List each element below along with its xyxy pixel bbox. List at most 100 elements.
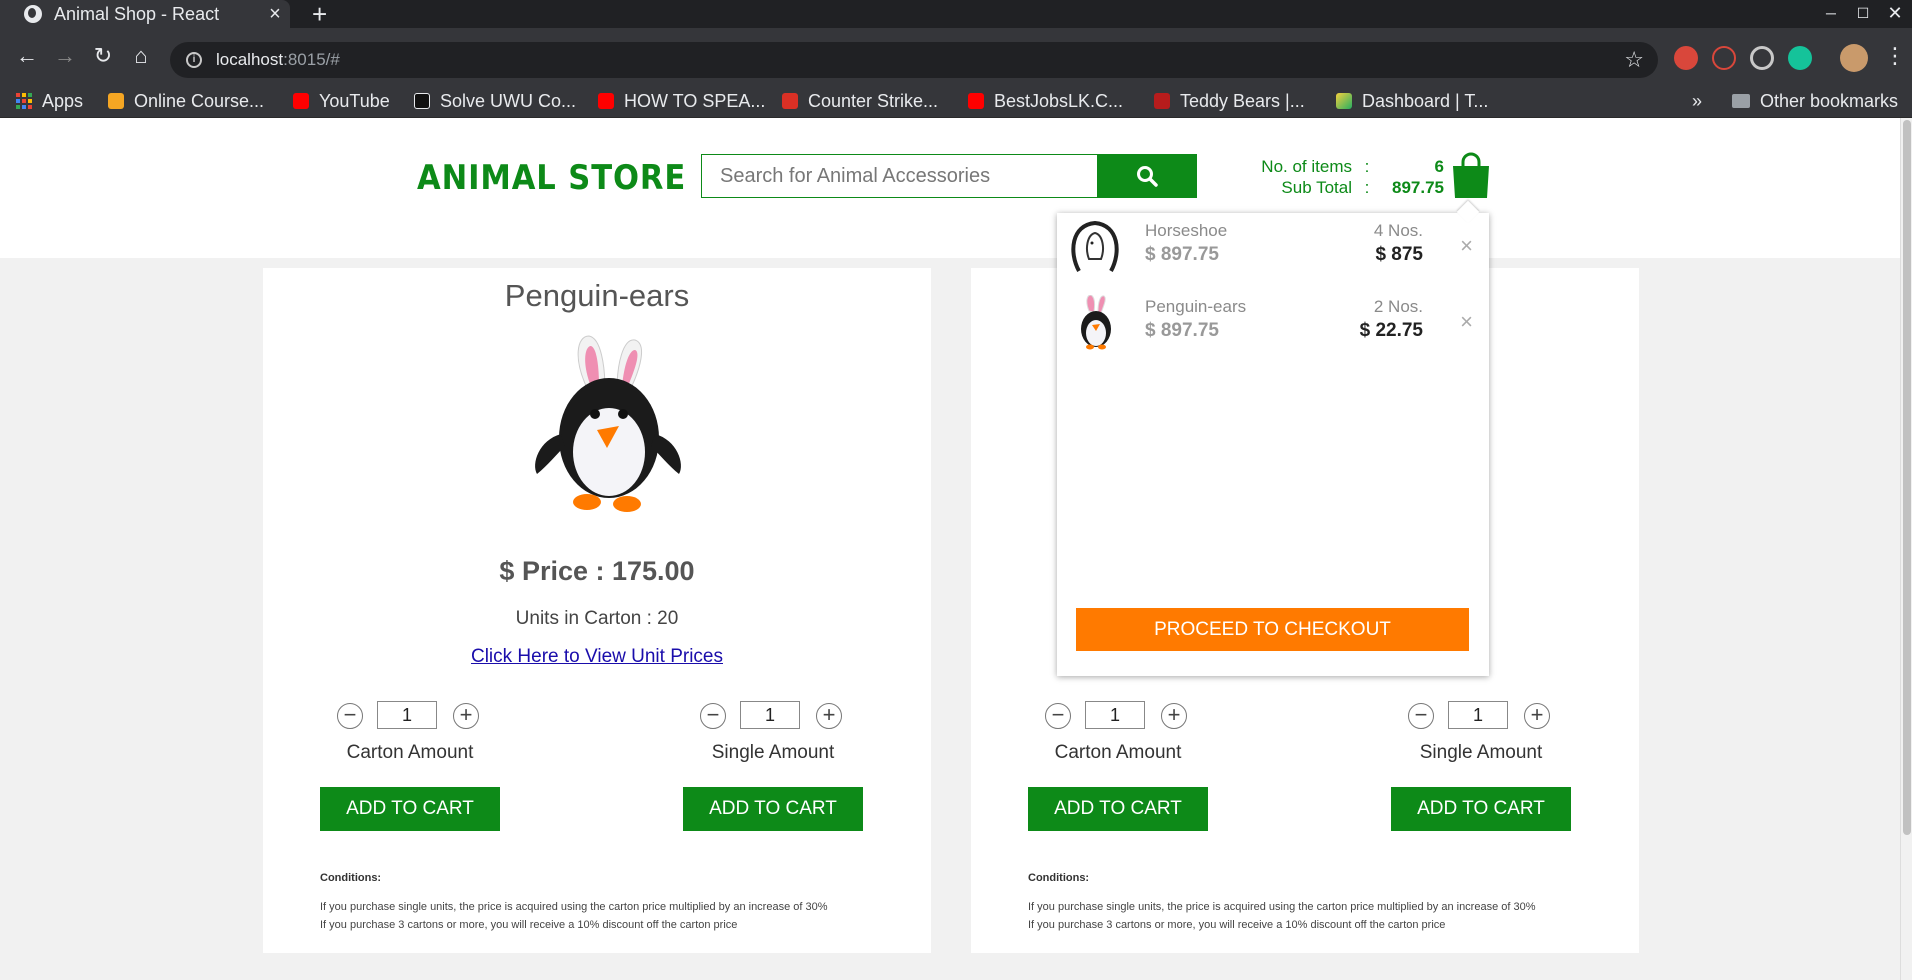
forward-arrow-icon[interactable]: → bbox=[50, 42, 80, 72]
add-single-to-cart-button[interactable]: ADD TO CART bbox=[683, 787, 863, 831]
close-window-icon[interactable]: ✕ bbox=[1880, 0, 1910, 28]
bookmark-counter-strike[interactable]: Counter Strike... bbox=[782, 84, 938, 118]
single-amount-label: Single Amount bbox=[1419, 742, 1543, 763]
proceed-to-checkout-button[interactable]: PROCEED TO CHECKOUT bbox=[1076, 608, 1469, 651]
bookmark-label: YouTube bbox=[319, 90, 390, 111]
single-amount-label: Single Amount bbox=[711, 742, 835, 763]
minimize-icon[interactable]: ─ bbox=[1816, 0, 1846, 28]
bookmark-how-to-speak[interactable]: HOW TO SPEA... bbox=[598, 84, 765, 118]
cart-item-name: Penguin-ears bbox=[1145, 297, 1247, 316]
add-single-to-cart-button[interactable]: ADD TO CART bbox=[1391, 787, 1571, 831]
cart-item-count: 2 Nos. bbox=[1373, 297, 1423, 316]
profile-avatar[interactable] bbox=[1840, 44, 1868, 72]
carton-quantity-input[interactable] bbox=[377, 701, 437, 729]
view-unit-prices-link[interactable]: Click Here to View Unit Prices bbox=[263, 646, 931, 668]
search-button[interactable] bbox=[1097, 154, 1197, 198]
add-carton-to-cart-button[interactable]: ADD TO CART bbox=[1028, 787, 1208, 831]
bookmark-bestjobs[interactable]: BestJobsLK.C... bbox=[968, 84, 1123, 118]
bookmark-star-icon[interactable]: ☆ bbox=[1624, 47, 1644, 73]
page-scrollbar[interactable] bbox=[1900, 118, 1912, 980]
search-input[interactable] bbox=[701, 154, 1098, 198]
tab-title: Animal Shop - React bbox=[54, 3, 220, 24]
tab-close-icon[interactable]: × bbox=[260, 3, 290, 26]
carton-quantity-stepper: − + bbox=[1045, 700, 1205, 730]
bookmarks-overflow-icon[interactable]: » bbox=[1692, 84, 1702, 118]
single-decrement-button[interactable]: − bbox=[700, 703, 726, 729]
teddy-bears-icon bbox=[1154, 93, 1170, 109]
cart-summary: No. of items : 6 Sub Total : 897.75 bbox=[1240, 156, 1444, 198]
new-tab-button[interactable]: + bbox=[312, 0, 327, 28]
cart-item-price: $ 897.75 bbox=[1145, 244, 1219, 265]
carton-quantity-input[interactable] bbox=[1085, 701, 1145, 729]
bookmark-label: Apps bbox=[42, 90, 84, 111]
condition-line: If you purchase single units, the price … bbox=[1028, 901, 1536, 913]
browser-menu-icon[interactable]: ⋮ bbox=[1880, 42, 1910, 72]
horseshoe-thumbnail bbox=[1071, 220, 1119, 272]
browser-tab[interactable]: Animal Shop - React × bbox=[0, 0, 290, 28]
carton-decrement-button[interactable]: − bbox=[1045, 703, 1071, 729]
bookmark-youtube[interactable]: YouTube bbox=[293, 84, 390, 118]
bookmark-online-course[interactable]: Online Course... bbox=[108, 84, 264, 118]
condition-line: If you purchase 3 cartons or more, you w… bbox=[320, 919, 738, 931]
site-info-icon[interactable]: i bbox=[186, 52, 202, 68]
cart-item-name: Horseshoe bbox=[1145, 221, 1228, 240]
single-quantity-stepper: − + bbox=[1408, 700, 1568, 730]
bookmark-label: Counter Strike... bbox=[808, 90, 939, 111]
tab-strip: Animal Shop - React × + ─ ☐ ✕ bbox=[0, 0, 1912, 28]
bookmark-teddy-bears[interactable]: Teddy Bears |... bbox=[1154, 84, 1305, 118]
other-bookmarks[interactable]: Other bookmarks bbox=[1732, 84, 1898, 118]
items-sep: : bbox=[1364, 156, 1370, 176]
extension-icon-1[interactable] bbox=[1674, 46, 1698, 70]
remove-item-icon[interactable]: × bbox=[1460, 233, 1473, 259]
youtube-icon bbox=[968, 93, 984, 109]
bookmarks-bar: Apps Online Course... YouTube Solve UWU … bbox=[0, 84, 1912, 118]
apps-grid-icon bbox=[16, 93, 32, 109]
bookmark-solve-uwu[interactable]: Solve UWU Co... bbox=[414, 84, 576, 118]
carton-increment-button[interactable]: + bbox=[453, 703, 479, 729]
single-decrement-button[interactable]: − bbox=[1408, 703, 1434, 729]
carton-decrement-button[interactable]: − bbox=[337, 703, 363, 729]
single-quantity-input[interactable] bbox=[740, 701, 800, 729]
single-increment-button[interactable]: + bbox=[1524, 703, 1550, 729]
add-carton-to-cart-button[interactable]: ADD TO CART bbox=[320, 787, 500, 831]
bookmark-label: Solve UWU Co... bbox=[440, 90, 577, 111]
carton-quantity-stepper: − + bbox=[337, 700, 497, 730]
reload-icon[interactable]: ↻ bbox=[88, 42, 118, 72]
bookmark-label: Online Course... bbox=[134, 90, 265, 111]
shopping-bag-icon[interactable] bbox=[1451, 152, 1491, 200]
cart-item: Horseshoe $ 897.75 4 Nos. $ 875 × bbox=[1057, 213, 1489, 283]
globe-icon bbox=[24, 5, 42, 23]
items-count-label: No. of items bbox=[1261, 156, 1352, 176]
grammarly-icon[interactable] bbox=[1788, 46, 1812, 70]
youtube-icon bbox=[598, 93, 614, 109]
bookmark-label: BestJobsLK.C... bbox=[994, 90, 1124, 111]
subtotal-value: 897.75 bbox=[1392, 177, 1444, 197]
subtotal-sep: : bbox=[1364, 177, 1370, 197]
cart-dropdown: Horseshoe $ 897.75 4 Nos. $ 875 × Pengui… bbox=[1057, 200, 1489, 676]
condition-line: If you purchase 3 cartons or more, you w… bbox=[1028, 919, 1446, 931]
url-path: :8015/# bbox=[283, 50, 340, 69]
single-quantity-input[interactable] bbox=[1448, 701, 1508, 729]
folder-icon bbox=[1732, 94, 1750, 108]
bookmark-dashboard[interactable]: Dashboard | T... bbox=[1336, 84, 1488, 118]
bookmark-apps[interactable]: Apps bbox=[16, 84, 83, 118]
url-host: localhost bbox=[216, 50, 284, 69]
carton-increment-button[interactable]: + bbox=[1161, 703, 1187, 729]
address-bar[interactable]: i localhost:8015/# ☆ bbox=[170, 42, 1658, 78]
hackerrank-icon bbox=[414, 93, 430, 109]
carton-amount-label: Carton Amount bbox=[346, 742, 474, 763]
single-quantity-stepper: − + bbox=[700, 700, 860, 730]
single-increment-button[interactable]: + bbox=[816, 703, 842, 729]
scrollbar-thumb[interactable] bbox=[1903, 120, 1911, 835]
extension-icon-3[interactable] bbox=[1750, 46, 1774, 70]
units-in-carton: Units in Carton : 20 bbox=[515, 608, 679, 629]
cart-item-count: 4 Nos. bbox=[1373, 221, 1423, 240]
home-icon[interactable]: ⌂ bbox=[126, 42, 156, 72]
cart-item-total: $ 875 bbox=[1375, 244, 1423, 265]
cart-item-price: $ 897.75 bbox=[1145, 320, 1219, 341]
site-logo[interactable]: ANIMAL STORE bbox=[417, 158, 686, 198]
extension-icon-2[interactable] bbox=[1712, 46, 1736, 70]
back-arrow-icon[interactable]: ← bbox=[12, 42, 42, 72]
maximize-icon[interactable]: ☐ bbox=[1848, 0, 1878, 28]
remove-item-icon[interactable]: × bbox=[1460, 309, 1473, 335]
